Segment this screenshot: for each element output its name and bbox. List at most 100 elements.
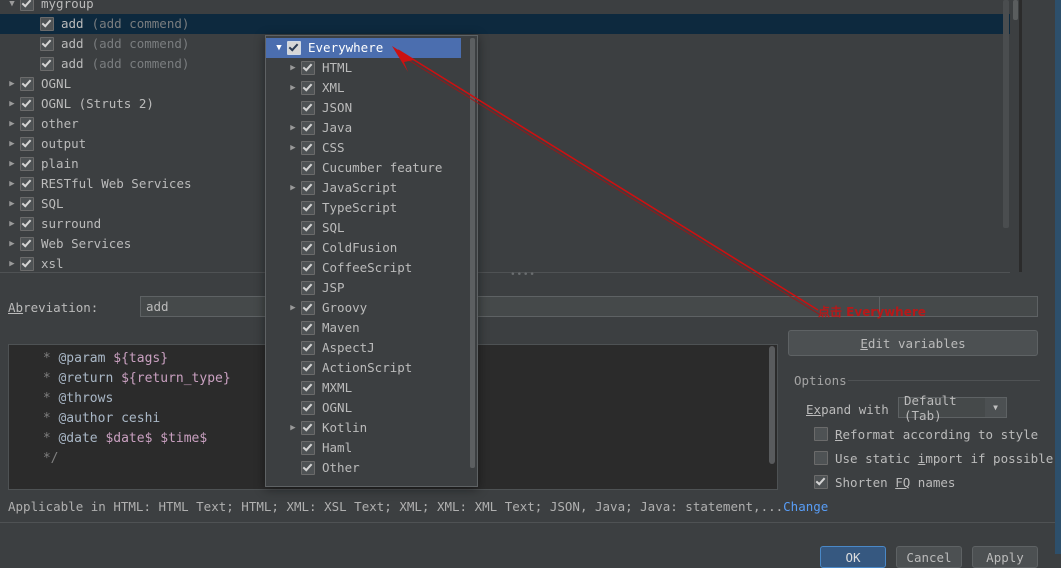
template-tree-row[interactable]: add (add commend): [0, 34, 1010, 54]
template-tree-row[interactable]: ▶ xsl: [0, 254, 1010, 272]
apply-button[interactable]: Apply: [972, 546, 1038, 568]
chevron-right-icon[interactable]: ▶: [4, 114, 20, 134]
chevron-right-icon[interactable]: ▶: [4, 134, 20, 154]
chevron-right-icon[interactable]: ▶: [4, 174, 20, 194]
chevron-right-icon[interactable]: ▶: [4, 74, 20, 94]
reformat-according-to-style-checkbox[interactable]: Reformat according to style: [814, 425, 1038, 443]
context-list-row[interactable]: OGNL: [266, 398, 461, 418]
template-editor-scrollbar-thumb[interactable]: [769, 346, 775, 464]
template-tree-row[interactable]: ▼ mygroup: [0, 0, 1010, 14]
context-row-checkbox[interactable]: [301, 301, 315, 315]
context-row-checkbox[interactable]: [301, 461, 315, 475]
context-list-row[interactable]: Maven: [266, 318, 461, 338]
context-row-checkbox[interactable]: [301, 441, 315, 455]
context-list-row[interactable]: TypeScript: [266, 198, 461, 218]
context-list-row[interactable]: JSON: [266, 98, 461, 118]
context-list-row[interactable]: MXML: [266, 378, 461, 398]
tree-row-checkbox[interactable]: [20, 137, 34, 151]
chevron-right-icon[interactable]: ▶: [285, 78, 301, 98]
chevron-down-icon[interactable]: ▼: [985, 397, 1007, 418]
template-tree-row[interactable]: ▶ Web Services: [0, 234, 1010, 254]
tree-row-checkbox[interactable]: [20, 117, 34, 131]
context-row-checkbox[interactable]: [301, 221, 315, 235]
template-tree-row[interactable]: ▶ OGNL: [0, 74, 1010, 94]
tree-inner-scrollbar[interactable]: [1003, 0, 1009, 228]
context-popup-scrollbar-thumb[interactable]: [470, 38, 475, 468]
context-row-checkbox[interactable]: [301, 161, 315, 175]
tree-row-checkbox[interactable]: [20, 157, 34, 171]
context-row-checkbox[interactable]: [301, 341, 315, 355]
chevron-right-icon[interactable]: ▶: [4, 154, 20, 174]
context-list-row[interactable]: Cucumber feature: [266, 158, 461, 178]
context-list-row[interactable]: ▶ JavaScript: [266, 178, 461, 198]
chevron-right-icon[interactable]: ▶: [4, 194, 20, 214]
context-row-checkbox[interactable]: [301, 361, 315, 375]
template-tree-row[interactable]: ▶ OGNL (Struts 2): [0, 94, 1010, 114]
chevron-right-icon[interactable]: ▶: [4, 254, 20, 272]
splitter-handle[interactable]: ••••: [510, 271, 536, 280]
expand-with-select[interactable]: Default (Tab): [898, 393, 994, 423]
chevron-right-icon[interactable]: ▶: [285, 138, 301, 158]
ok-button[interactable]: OK: [820, 546, 886, 568]
change-context-link[interactable]: Change: [783, 499, 828, 514]
template-tree-row[interactable]: ▶ SQL: [0, 194, 1010, 214]
context-row-checkbox[interactable]: [301, 201, 315, 215]
context-list-row[interactable]: ▶ HTML: [266, 58, 461, 78]
chevron-right-icon[interactable]: ▶: [285, 178, 301, 198]
abbreviation-field[interactable]: [140, 296, 880, 317]
shorten-fq-names-checkbox[interactable]: Shorten FQ names: [814, 473, 955, 491]
chevron-right-icon[interactable]: ▶: [285, 298, 301, 318]
context-row-checkbox[interactable]: [301, 61, 315, 75]
template-tree-row[interactable]: ▶ output: [0, 134, 1010, 154]
use-static-import-checkbox[interactable]: Use static import if possible: [814, 449, 1053, 467]
template-tree-row[interactable]: ▶ other: [0, 114, 1010, 134]
context-list-row[interactable]: Haml: [266, 438, 461, 458]
context-list-row[interactable]: ▼ Everywhere: [266, 38, 461, 58]
context-row-checkbox[interactable]: [301, 381, 315, 395]
context-list-row[interactable]: ▶ Java: [266, 118, 461, 138]
context-list-row[interactable]: ActionScript: [266, 358, 461, 378]
tree-row-checkbox[interactable]: [20, 217, 34, 231]
context-list-row[interactable]: Other: [266, 458, 461, 478]
tree-row-checkbox[interactable]: [20, 97, 34, 111]
template-group-tree[interactable]: ▼ mygroup add (add commend) add (add commend)…: [0, 0, 1010, 272]
context-list-row[interactable]: ▶ Kotlin: [266, 418, 461, 438]
context-list[interactable]: ▼ Everywhere ▶ HTML ▶ XML JSON ▶ Java ▶ CSS Cucumbe…: [266, 38, 461, 478]
context-list-row[interactable]: CoffeeScript: [266, 258, 461, 278]
tree-row-checkbox[interactable]: [20, 237, 34, 251]
chevron-right-icon[interactable]: ▶: [4, 234, 20, 254]
chevron-right-icon[interactable]: ▶: [285, 418, 301, 438]
tree-row-checkbox[interactable]: [20, 77, 34, 91]
context-selection-popup[interactable]: ▼ Everywhere ▶ HTML ▶ XML JSON ▶ Java ▶ CSS Cucumbe…: [265, 35, 478, 487]
context-row-checkbox[interactable]: [301, 401, 315, 415]
tree-row-checkbox[interactable]: [20, 0, 34, 11]
tree-row-checkbox[interactable]: [40, 37, 54, 51]
template-tree-row[interactable]: ▶ surround: [0, 214, 1010, 234]
chevron-right-icon[interactable]: ▶: [285, 58, 301, 78]
edit-variables-button[interactable]: Edit variables: [788, 330, 1038, 356]
context-row-checkbox[interactable]: [301, 241, 315, 255]
template-tree-row[interactable]: add (add commend): [0, 54, 1010, 74]
context-list-row[interactable]: SQL: [266, 218, 461, 238]
chevron-down-icon[interactable]: ▼: [271, 38, 287, 58]
context-row-checkbox[interactable]: [301, 261, 315, 275]
chevron-right-icon[interactable]: ▶: [4, 214, 20, 234]
context-list-row[interactable]: ColdFusion: [266, 238, 461, 258]
context-list-row[interactable]: AspectJ: [266, 338, 461, 358]
template-tree-row[interactable]: ▶ RESTful Web Services: [0, 174, 1010, 194]
context-row-checkbox[interactable]: [301, 321, 315, 335]
context-row-checkbox[interactable]: [301, 81, 315, 95]
context-row-checkbox[interactable]: [301, 281, 315, 295]
context-row-checkbox[interactable]: [301, 141, 315, 155]
context-row-checkbox[interactable]: [301, 101, 315, 115]
tree-row-checkbox[interactable]: [40, 57, 54, 71]
context-row-checkbox[interactable]: [301, 421, 315, 435]
chevron-right-icon[interactable]: ▶: [4, 94, 20, 114]
tree-row-checkbox[interactable]: [20, 177, 34, 191]
tree-row-checkbox[interactable]: [40, 17, 54, 31]
context-list-row[interactable]: ▶ CSS: [266, 138, 461, 158]
context-list-row[interactable]: ▶ Groovy: [266, 298, 461, 318]
tree-vertical-scrollbar-thumb[interactable]: [1013, 0, 1018, 20]
context-row-checkbox[interactable]: [301, 121, 315, 135]
context-list-row[interactable]: JSP: [266, 278, 461, 298]
